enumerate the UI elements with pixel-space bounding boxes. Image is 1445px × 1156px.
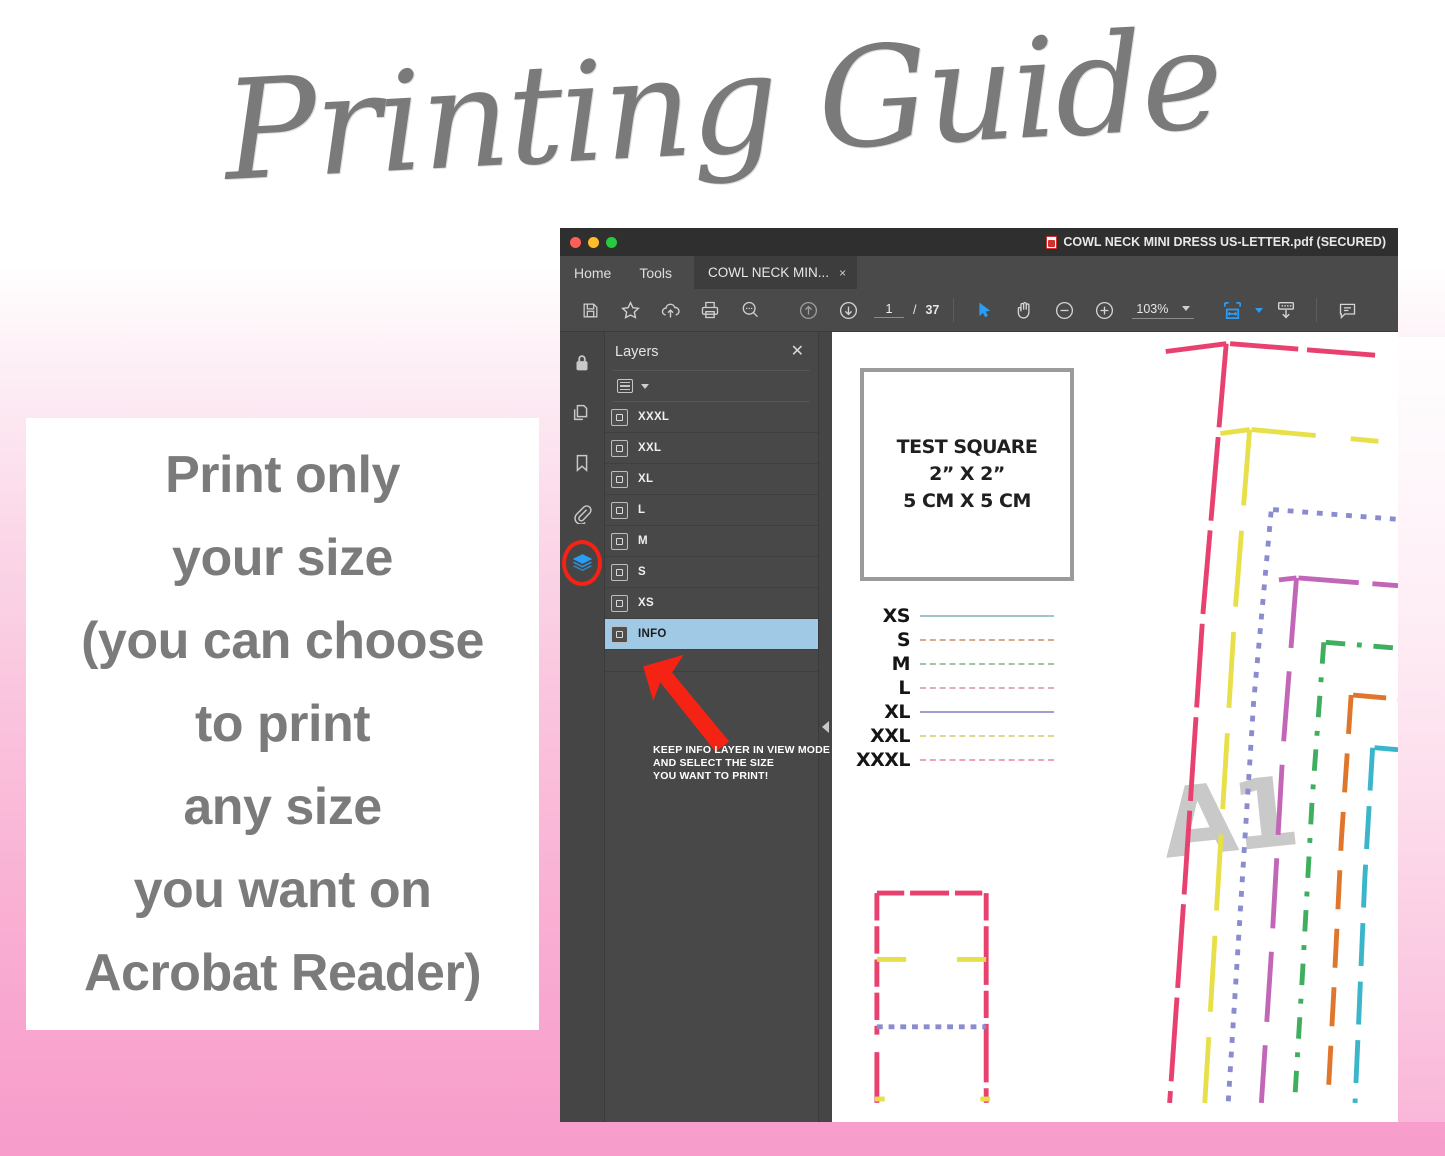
pdf-document-canvas[interactable]: TEST SQUARE 2” X 2” 5 CM X 5 CM XS S M L XL XXL…: [832, 332, 1398, 1122]
layer-label: S: [638, 566, 646, 578]
layer-label: XXXL: [638, 411, 670, 423]
toolbar-separator-2: [1316, 298, 1318, 322]
navigation-rail: [560, 332, 605, 1122]
zoom-value: 103%: [1136, 301, 1169, 316]
layer-visibility-icon[interactable]: [611, 470, 628, 488]
fit-page-icon[interactable]: [1212, 289, 1252, 332]
list-options-icon[interactable]: [617, 379, 633, 393]
page-number-input[interactable]: 1: [874, 302, 904, 318]
panel-splitter[interactable]: [818, 332, 832, 1122]
layer-row[interactable]: XXXL: [605, 402, 818, 433]
print-icon[interactable]: [690, 289, 730, 332]
chevron-down-icon[interactable]: [641, 383, 649, 389]
info-card: Print only your size (you can choose to pri…: [26, 418, 539, 1030]
zoom-control[interactable]: 103%: [1132, 301, 1195, 319]
layer-visibility-icon[interactable]: [611, 594, 628, 612]
layer-label: XXL: [638, 442, 662, 454]
layer-label: XL: [638, 473, 654, 485]
page-display-icon[interactable]: [1266, 289, 1306, 332]
layers-panel-header: Layers ✕: [605, 332, 818, 370]
close-window-button[interactable]: [570, 236, 581, 248]
layer-row[interactable]: INFO: [605, 619, 818, 650]
search-icon[interactable]: [730, 289, 770, 332]
layer-row[interactable]: L: [605, 495, 818, 526]
tab-strip: Home Tools COWL NECK MIN... ×: [560, 256, 1398, 289]
pages-icon[interactable]: [567, 398, 597, 428]
close-icon[interactable]: ✕: [791, 344, 804, 360]
window-titlebar: COWL NECK MINI DRESS US-LETTER.pdf (SECU…: [560, 228, 1398, 256]
layers-panel-title: Layers: [615, 344, 659, 360]
layer-row[interactable]: XS: [605, 588, 818, 619]
layer-row[interactable]: XL: [605, 464, 818, 495]
lock-icon[interactable]: [567, 348, 597, 378]
chevron-down-icon[interactable]: [1255, 307, 1264, 313]
layer-row[interactable]: S: [605, 557, 818, 588]
hand-icon[interactable]: [1004, 289, 1044, 332]
layer-row[interactable]: M: [605, 526, 818, 557]
document-tab[interactable]: COWL NECK MIN... ×: [694, 256, 858, 289]
cloud-upload-icon[interactable]: [650, 289, 690, 332]
close-tab-icon[interactable]: ×: [839, 266, 846, 280]
pdf-file-icon: [1046, 235, 1058, 249]
fit-page-caret[interactable]: [1252, 289, 1266, 332]
document-title-text: COWL NECK MINI DRESS US-LETTER.pdf (SECU…: [1063, 235, 1386, 249]
layer-visibility-icon[interactable]: [611, 408, 628, 426]
comment-icon[interactable]: [1327, 289, 1367, 332]
layers-options[interactable]: [605, 371, 818, 401]
layer-list: XXXL XXL XL L M S XS INFO: [605, 402, 818, 650]
star-icon[interactable]: [610, 289, 650, 332]
page-navigation: 1 / 37: [874, 302, 939, 318]
nav-home[interactable]: Home: [560, 256, 625, 289]
page-separator: /: [913, 303, 917, 317]
layer-label: XS: [638, 597, 654, 609]
toolbar: 1 / 37 103%: [560, 289, 1398, 332]
layer-visibility-icon[interactable]: [611, 439, 628, 457]
document-tab-label: COWL NECK MIN...: [708, 265, 830, 280]
paperclip-icon[interactable]: [567, 498, 597, 528]
maximize-window-button[interactable]: [606, 236, 617, 248]
layer-visibility-icon[interactable]: [611, 563, 628, 581]
chevron-down-icon[interactable]: [1182, 306, 1191, 311]
acrobat-window: COWL NECK MINI DRESS US-LETTER.pdf (SECU…: [560, 228, 1398, 1122]
page-down-icon[interactable]: [828, 289, 868, 332]
layers-icon[interactable]: [562, 540, 602, 586]
annotation-note: KEEP INFO LAYER IN VIEW MODE AND SELECT T…: [653, 744, 831, 782]
save-icon[interactable]: [570, 289, 610, 332]
window-document-title: COWL NECK MINI DRESS US-LETTER.pdf (SECU…: [1046, 235, 1398, 249]
traffic-lights[interactable]: [560, 236, 617, 248]
layer-visibility-icon[interactable]: [611, 501, 628, 519]
layer-visibility-icon[interactable]: [611, 532, 628, 550]
toolbar-separator-1: [953, 298, 955, 322]
layer-label: L: [638, 504, 646, 516]
layer-row[interactable]: XXL: [605, 433, 818, 464]
page-total: 37: [925, 303, 940, 317]
window-body: Layers ✕ XXXL XXL XL L M S XS INFO KEEP INFO LA…: [560, 332, 1398, 1122]
layer-visibility-icon[interactable]: [611, 625, 628, 643]
zoom-in-icon[interactable]: [1084, 289, 1124, 332]
zoom-out-icon[interactable]: [1044, 289, 1084, 332]
minimize-window-button[interactable]: [588, 236, 599, 248]
pattern-pieces: [874, 341, 1398, 1103]
select-cursor-icon[interactable]: [964, 289, 1004, 332]
page-up-icon[interactable]: [788, 289, 828, 332]
collapse-panel-icon[interactable]: [822, 721, 829, 733]
bookmark-icon[interactable]: [567, 448, 597, 478]
layer-label: INFO: [638, 628, 667, 640]
layer-label: M: [638, 535, 648, 547]
layers-panel: Layers ✕ XXXL XXL XL L M S XS INFO KEEP INFO LA…: [605, 332, 830, 1122]
document-bleed: [1398, 337, 1445, 1122]
info-card-text: Print only your size (you can choose to pri…: [81, 445, 484, 1002]
nav-tools[interactable]: Tools: [625, 256, 686, 289]
